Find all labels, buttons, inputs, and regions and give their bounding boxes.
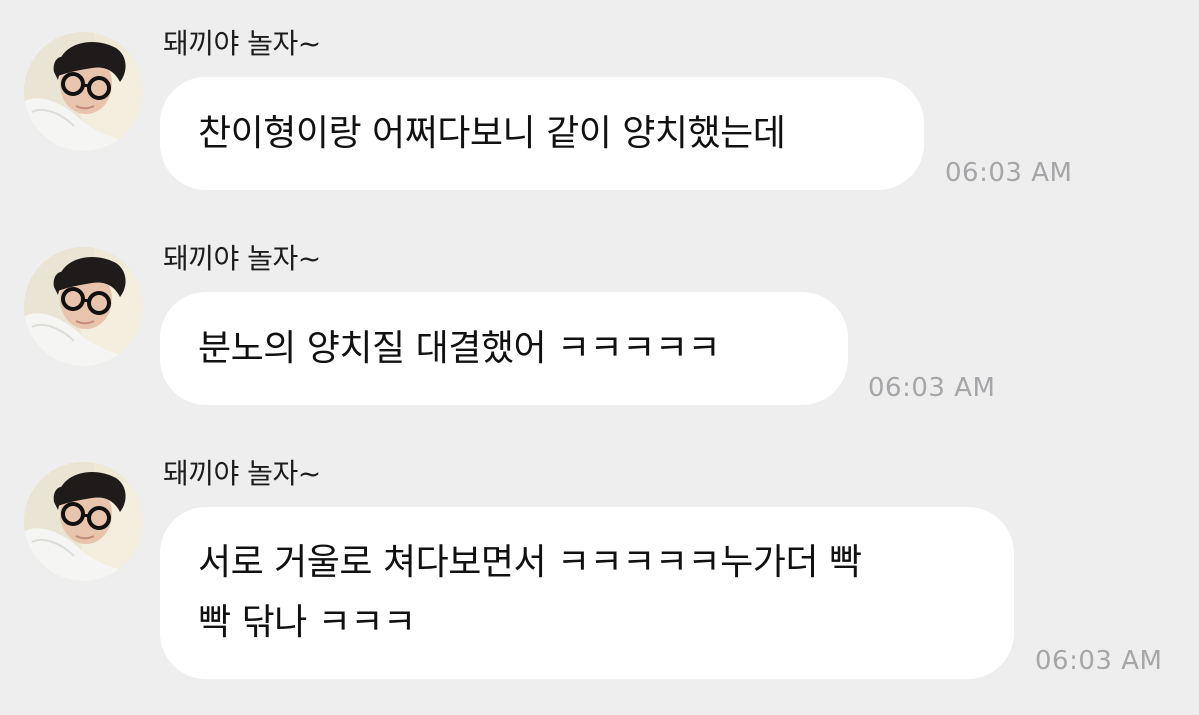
avatar-photo-icon [24,462,143,581]
sender-avatar[interactable] [24,32,143,151]
message-text: 찬이형이랑 어쩌다보니 같이 양치했는데 [198,113,786,154]
message-bubble[interactable]: 찬이형이랑 어쩌다보니 같이 양치했는데 [160,77,924,190]
message-text: 분노의 양치질 대결했어 ㅋㅋㅋㅋㅋ [198,328,721,369]
sender-avatar[interactable] [24,462,143,581]
sender-name: 돼끼야 놀자~ [163,242,321,275]
message-text-line-1: 서로 거울로 쳐다보면서 ㅋㅋㅋㅋㅋ누가더 빡 [198,542,862,583]
message-bubble[interactable]: 분노의 양치질 대결했어 ㅋㅋㅋㅋㅋ [160,292,848,405]
message-timestamp: 06:03 AM [1035,646,1163,676]
message-timestamp: 06:03 AM [868,373,996,403]
message-timestamp: 06:03 AM [945,158,1073,188]
avatar-photo-icon [24,32,143,151]
chat-message-list[interactable]: 돼끼야 놀자~ 찬이형이랑 어쩌다보니 같이 양치했는데 06:03 AM 돼끼… [0,0,1199,715]
sender-name: 돼끼야 놀자~ [163,457,321,490]
sender-avatar[interactable] [24,247,143,366]
avatar-photo-icon [24,247,143,366]
message-bubble[interactable]: 서로 거울로 쳐다보면서 ㅋㅋㅋㅋㅋ누가더 빡 빡 닦나 ㅋㅋㅋ [160,507,1014,679]
message-text-line-2: 빡 닦나 ㅋㅋㅋ [198,602,416,643]
sender-name: 돼끼야 놀자~ [163,27,321,60]
